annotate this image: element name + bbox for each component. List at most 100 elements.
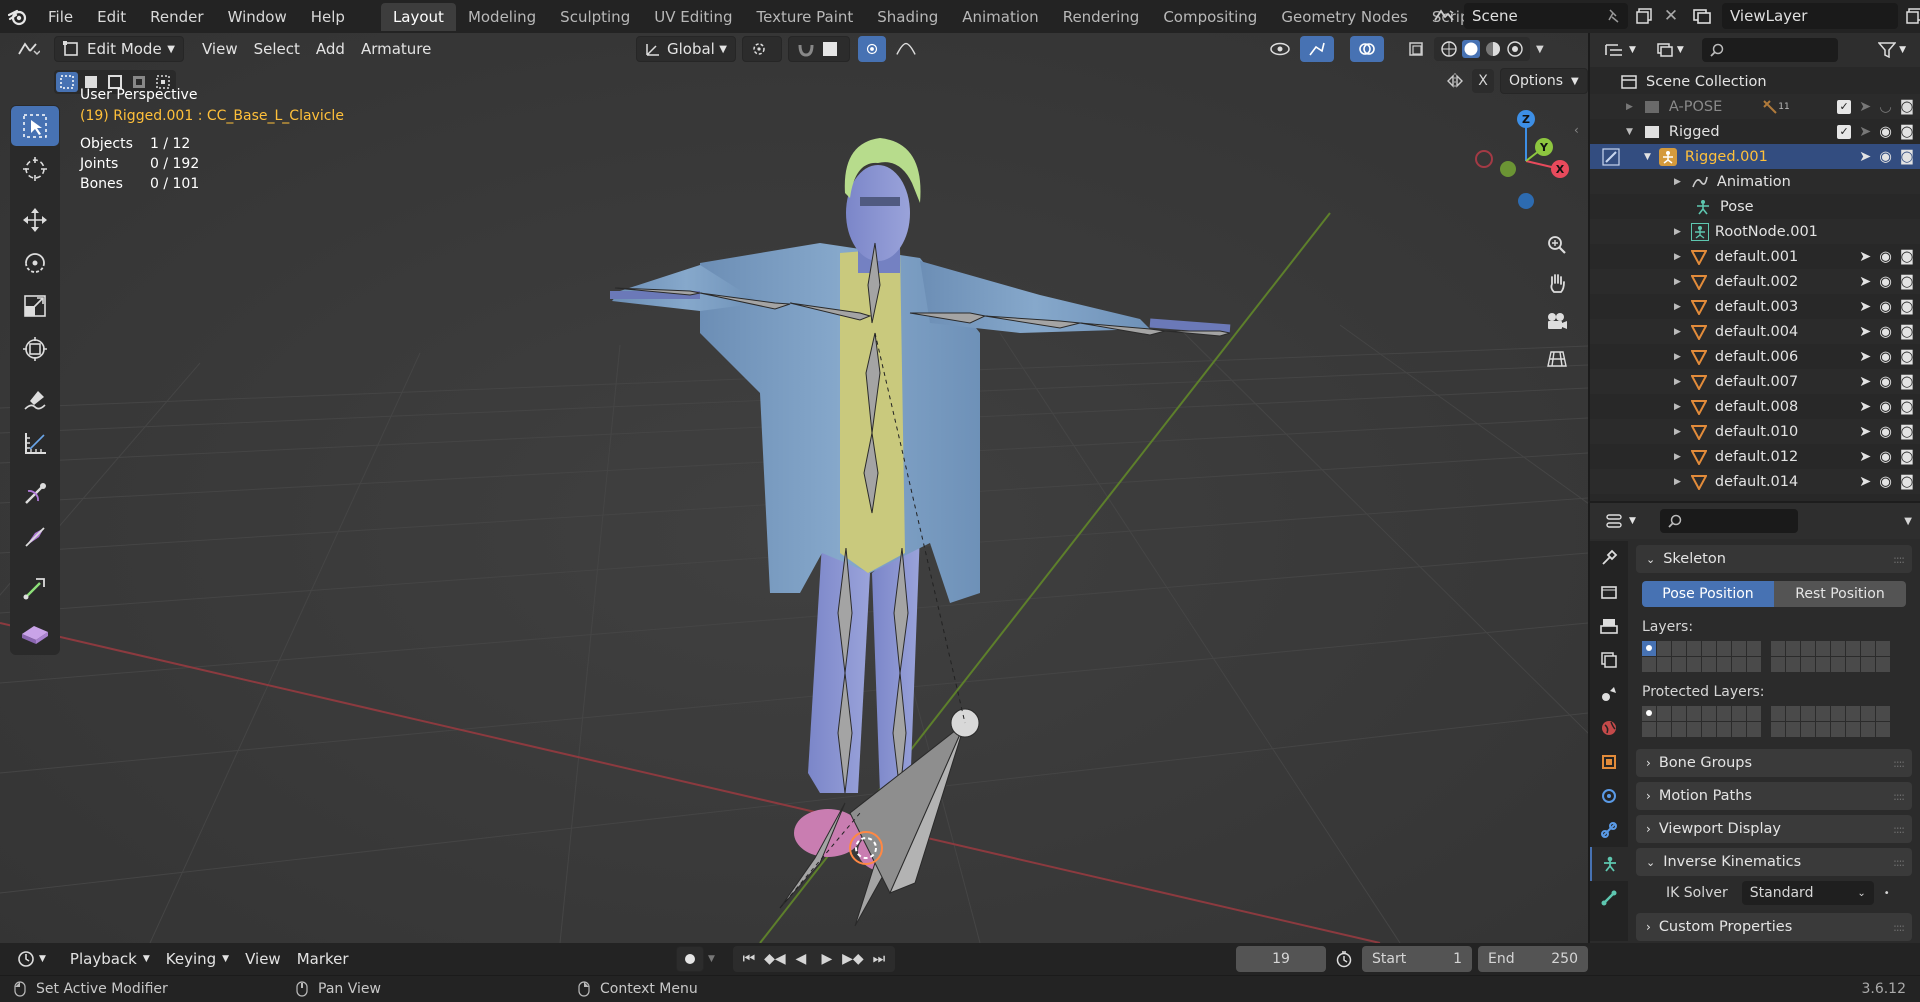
- outliner-item-mesh[interactable]: ▶ default.007 ➤ ◉ ◙: [1590, 369, 1920, 394]
- gizmo-toggle[interactable]: [1300, 36, 1334, 62]
- menu-armature[interactable]: Armature: [353, 36, 439, 62]
- record-button[interactable]: [676, 946, 704, 972]
- layers-grid-right[interactable]: [1771, 641, 1890, 672]
- tool-annotate[interactable]: [11, 380, 59, 420]
- tool-select-box[interactable]: [11, 106, 59, 146]
- tab-tool-icon[interactable]: [1590, 541, 1628, 575]
- menu-edit[interactable]: Edit: [85, 8, 138, 26]
- tool-cursor[interactable]: [11, 149, 59, 189]
- protected-layers-grid-right[interactable]: [1771, 706, 1890, 737]
- eye-icon[interactable]: ◉: [1879, 424, 1892, 440]
- eye-icon[interactable]: ◉: [1879, 249, 1892, 265]
- render-camera-icon[interactable]: ◙: [1900, 474, 1914, 490]
- tab-bone-icon[interactable]: [1590, 881, 1628, 915]
- properties-editor-type-button[interactable]: ▼: [1598, 508, 1644, 534]
- render-camera-icon[interactable]: ◙: [1900, 449, 1914, 465]
- motion-paths-panel-header[interactable]: › Motion Paths ::::: [1636, 782, 1912, 810]
- tool-bone-size[interactable]: [11, 517, 59, 557]
- neg-y-axis-icon[interactable]: [1500, 161, 1516, 177]
- tab-rendering[interactable]: Rendering: [1051, 3, 1152, 31]
- tab-compositing[interactable]: Compositing: [1151, 3, 1269, 31]
- neg-x-axis-icon[interactable]: [1475, 150, 1493, 168]
- chevron-down-icon[interactable]: ▼: [708, 954, 715, 964]
- outliner-item-rigged-001[interactable]: ▼ Rigged.001 ➤ ◉ ◙: [1590, 144, 1920, 169]
- inverse-kinematics-panel-header[interactable]: ⌄ Inverse Kinematics ::::: [1636, 848, 1912, 876]
- expand-arrow-icon[interactable]: ▶: [1674, 177, 1681, 187]
- tool-extrude[interactable]: [11, 568, 59, 608]
- tab-view-layer-icon[interactable]: [1590, 643, 1628, 677]
- tool-scale[interactable]: [11, 286, 59, 326]
- outliner-item-a-pose[interactable]: ▶ A-POSE 11 ✓ ➤ ◡ ◙: [1590, 94, 1920, 119]
- current-frame-field[interactable]: 19: [1236, 946, 1326, 972]
- drag-grip-icon[interactable]: ::::: [1893, 823, 1905, 836]
- tab-shading[interactable]: Shading: [865, 3, 950, 31]
- outliner-search-input[interactable]: [1701, 38, 1838, 62]
- x-mirror-toggle[interactable]: X: [1472, 69, 1494, 93]
- eye-icon[interactable]: ◉: [1879, 399, 1892, 415]
- expand-arrow-icon[interactable]: ▶: [1674, 452, 1681, 462]
- select-arrow-icon[interactable]: ➤: [1859, 124, 1871, 140]
- outliner-item-pose[interactable]: Pose: [1590, 194, 1920, 219]
- pan-hand-icon[interactable]: [1540, 266, 1574, 300]
- custom-properties-panel-header[interactable]: › Custom Properties ::::: [1636, 913, 1912, 941]
- view-layer-icon[interactable]: [1686, 3, 1718, 29]
- tab-uv-editing[interactable]: UV Editing: [642, 3, 744, 31]
- outliner-item-mesh[interactable]: ▶ default.010 ➤ ◉ ◙: [1590, 419, 1920, 444]
- mode-dropdown[interactable]: Edit Mode ▼: [54, 36, 184, 62]
- blender-logo-icon[interactable]: [0, 0, 36, 33]
- render-camera-icon[interactable]: ◙: [1900, 274, 1914, 290]
- outliner-item-rootnode[interactable]: ▶ RootNode.001: [1590, 219, 1920, 244]
- layers-grid-left[interactable]: [1642, 641, 1761, 672]
- select-arrow-icon[interactable]: ➤: [1859, 399, 1871, 415]
- tab-armature-data-icon[interactable]: [1590, 847, 1628, 881]
- play-reverse-icon[interactable]: ◀: [789, 951, 813, 967]
- rendered-shading-icon[interactable]: [1506, 40, 1524, 58]
- material-shading-icon[interactable]: [1484, 40, 1502, 58]
- tool-rotate[interactable]: [11, 243, 59, 283]
- outliner-item-mesh[interactable]: ▶ default.008 ➤ ◉ ◙: [1590, 394, 1920, 419]
- eye-icon[interactable]: ◉: [1879, 324, 1892, 340]
- pivot-point-dropdown[interactable]: [742, 36, 782, 62]
- select-arrow-icon[interactable]: ➤: [1859, 474, 1871, 490]
- checkbox-icon[interactable]: ✓: [1837, 124, 1852, 139]
- tab-output-icon[interactable]: [1590, 609, 1628, 643]
- marker-menu[interactable]: Marker: [289, 946, 357, 972]
- expand-arrow-icon[interactable]: ▶: [1626, 102, 1633, 112]
- view-layer-field[interactable]: ViewLayer: [1722, 3, 1898, 29]
- select-arrow-icon[interactable]: ➤: [1859, 299, 1871, 315]
- eye-icon[interactable]: ◉: [1879, 274, 1892, 290]
- expand-arrow-icon[interactable]: ▶: [1674, 277, 1681, 287]
- tab-physics-icon[interactable]: [1590, 779, 1628, 813]
- play-icon[interactable]: ▶: [815, 951, 839, 967]
- zoom-icon[interactable]: [1540, 228, 1574, 262]
- tab-world-icon[interactable]: [1590, 711, 1628, 745]
- tab-constraints-icon[interactable]: [1590, 813, 1628, 847]
- drag-grip-icon[interactable]: ::::: [1893, 790, 1905, 803]
- collapse-arrow-icon[interactable]: ▼: [1644, 152, 1651, 162]
- outliner-item-mesh[interactable]: ▶ default.014 ➤ ◉ ◙: [1590, 469, 1920, 494]
- hidden-eye-icon[interactable]: ◡: [1879, 99, 1892, 115]
- select-arrow-icon[interactable]: ➤: [1859, 249, 1871, 265]
- solid-shading-icon[interactable]: [1462, 40, 1480, 58]
- keying-menu[interactable]: Keying ▼: [158, 946, 237, 972]
- sidebar-toggle-icon[interactable]: ‹: [1574, 123, 1579, 137]
- menu-help[interactable]: Help: [299, 8, 357, 26]
- scene-icon[interactable]: [1428, 3, 1460, 29]
- tab-render-icon[interactable]: [1590, 575, 1628, 609]
- new-view-layer-icon[interactable]: [1902, 3, 1920, 29]
- tab-layout[interactable]: Layout: [380, 2, 456, 31]
- render-camera-icon[interactable]: ◙: [1900, 149, 1914, 165]
- transform-orientation-dropdown[interactable]: Global ▼: [636, 36, 736, 62]
- 3d-viewport[interactable]: Edit Mode ▼ View Select Add Armature Glo…: [0, 33, 1588, 943]
- start-frame-field[interactable]: Start 1: [1362, 946, 1472, 972]
- delete-scene-icon[interactable]: ✕: [1660, 3, 1682, 29]
- visibility-dropdown[interactable]: [1262, 36, 1298, 62]
- outliner-scene-collection[interactable]: Scene Collection: [1590, 69, 1920, 94]
- expand-arrow-icon[interactable]: ▶: [1674, 402, 1681, 412]
- tab-animation[interactable]: Animation: [950, 3, 1050, 31]
- new-scene-icon[interactable]: [1632, 3, 1656, 29]
- render-camera-icon[interactable]: ◙: [1900, 349, 1914, 365]
- display-mode-button[interactable]: ▼: [1648, 37, 1692, 63]
- chevron-down-icon[interactable]: ▼: [1904, 516, 1912, 527]
- drag-grip-icon[interactable]: ::::: [1893, 856, 1905, 869]
